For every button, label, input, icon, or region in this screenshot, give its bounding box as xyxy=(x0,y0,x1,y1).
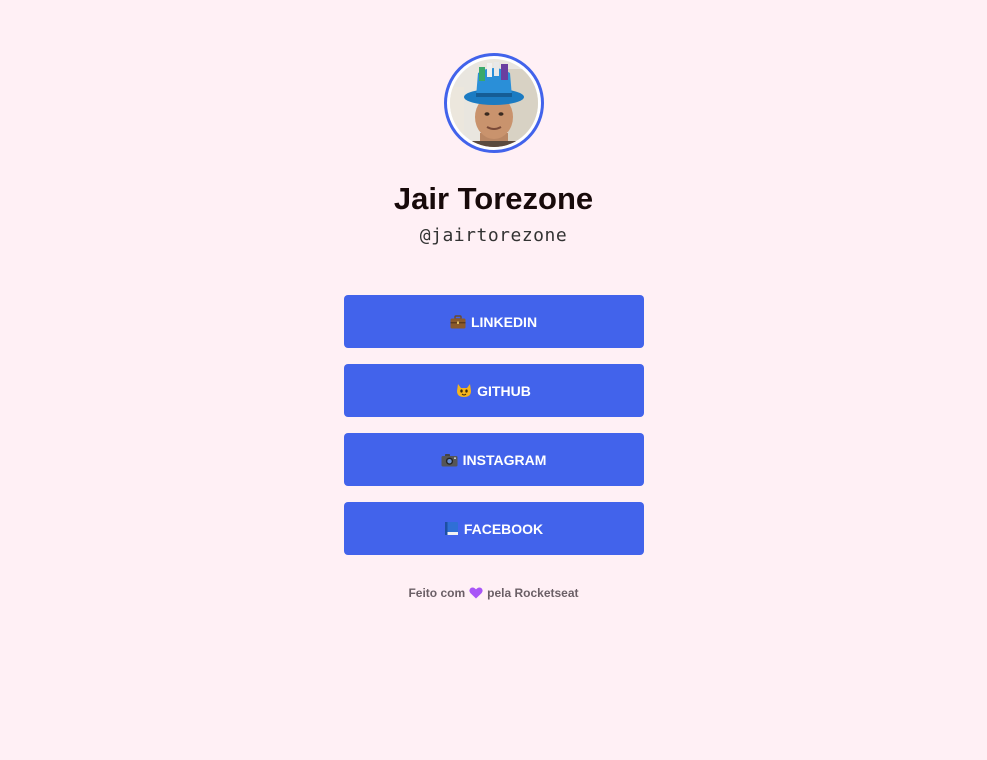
profile-name: Jair Torezone xyxy=(393,181,594,216)
profile-container: Jair Torezone @jairtorezone LINKEDIN GIT… xyxy=(343,0,644,600)
link-list: LINKEDIN GITHUB INSTAGRAM FACEBOOK xyxy=(343,295,644,555)
list-item: LINKEDIN xyxy=(343,295,644,348)
footer-prefix: Feito com xyxy=(408,586,466,600)
list-item: FACEBOOK xyxy=(343,502,644,555)
profile-handle: @jairtorezone xyxy=(419,225,568,246)
list-item: GITHUB xyxy=(343,364,644,417)
avatar xyxy=(449,59,538,147)
instagram-button[interactable]: INSTAGRAM xyxy=(343,433,644,486)
facebook-label: FACEBOOK xyxy=(463,520,544,537)
book-icon xyxy=(444,521,459,536)
avatar-frame xyxy=(443,53,544,153)
briefcase-icon xyxy=(450,314,466,329)
linkedin-label: LINKEDIN xyxy=(470,313,538,330)
github-button[interactable]: GITHUB xyxy=(343,364,644,417)
purple-heart-icon xyxy=(469,587,483,599)
footer-suffix: pela Rocketseat xyxy=(487,586,579,600)
github-label: GITHUB xyxy=(477,382,531,399)
linkedin-button[interactable]: LINKEDIN xyxy=(343,295,644,348)
cat-icon xyxy=(456,383,472,398)
camera-icon xyxy=(441,453,458,467)
facebook-button[interactable]: FACEBOOK xyxy=(343,502,644,555)
instagram-label: INSTAGRAM xyxy=(462,451,547,468)
footer: Feito com pela Rocketseat xyxy=(344,586,644,600)
list-item: INSTAGRAM xyxy=(343,433,644,486)
